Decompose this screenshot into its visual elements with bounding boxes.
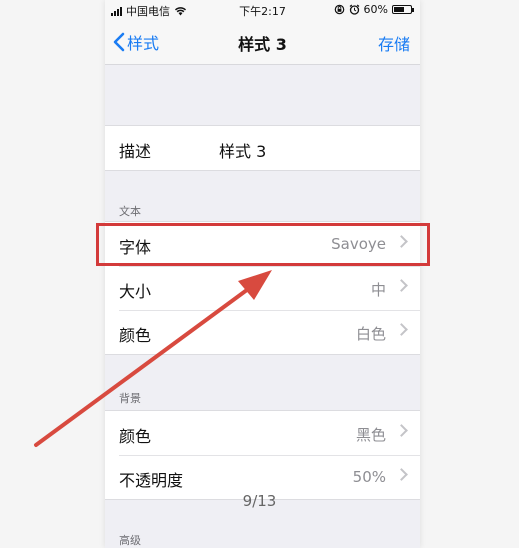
chevron-right-icon [395,468,408,481]
save-button[interactable]: 存储 [378,31,410,55]
navigation-bar: 样式 样式 3 存储 [105,20,420,65]
background-settings-group: 颜色 黑色 不透明度 50% [105,410,420,500]
page-indicator: 9/13 [242,492,277,510]
section-header-background: 背景 [119,392,141,405]
size-label: 大小 [119,282,152,301]
background-color-row[interactable]: 颜色 黑色 [105,411,420,455]
chevron-right-icon [395,235,408,248]
text-color-label: 颜色 [119,326,152,345]
chevron-right-icon [395,279,408,292]
font-label: 字体 [119,238,152,257]
battery-icon [392,5,414,14]
size-row[interactable]: 大小 中 [105,266,420,310]
font-row[interactable]: 字体 Savoye [105,222,420,266]
chevron-right-icon [395,323,408,336]
back-button[interactable]: 样式 [113,30,159,54]
battery-percent: 60% [363,3,388,16]
description-group: 描述 样式 3 [105,125,420,171]
section-header-text: 文本 [119,205,141,218]
text-color-row[interactable]: 颜色 白色 [105,310,420,354]
background-color-label: 颜色 [119,427,152,446]
lock-rotation-icon [334,4,344,15]
description-row[interactable]: 描述 样式 3 [105,126,420,170]
phone-screen: 中国电信 下午2:17 60% 样式 样式 3 存储 描述 样式 3 文本 字体… [105,0,420,548]
description-label: 描述 [119,142,152,161]
back-button-label: 样式 [127,34,160,53]
section-header-advanced: 高级 [119,534,141,547]
background-color-value: 黑色 [355,426,386,444]
description-value: 样式 3 [219,142,267,161]
alarm-icon [349,4,359,15]
opacity-value: 50% [352,468,386,486]
font-value: Savoye [331,235,386,253]
text-settings-group: 字体 Savoye 大小 中 颜色 白色 [105,221,420,355]
chevron-left-icon [113,32,125,52]
status-bar: 中国电信 下午2:17 60% [105,0,420,20]
chevron-right-icon [395,424,408,437]
opacity-label: 不透明度 [119,471,184,490]
text-color-value: 白色 [355,325,386,343]
size-value: 中 [370,281,386,299]
